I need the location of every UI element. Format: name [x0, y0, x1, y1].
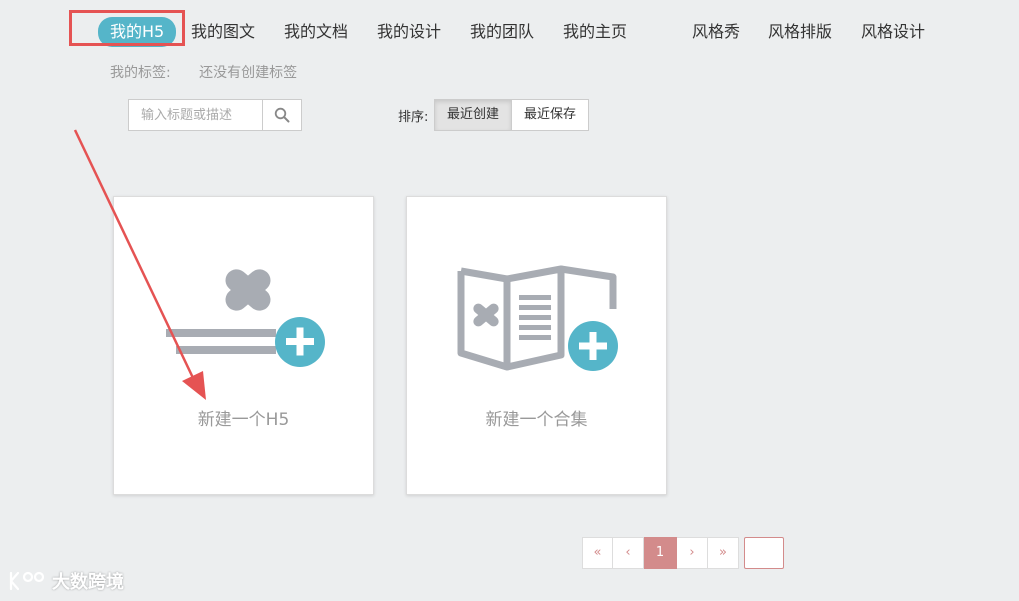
page-jump-input[interactable] [744, 537, 784, 569]
nav-item-my-team[interactable]: 我的团队 [470, 19, 534, 45]
nav-item-style-show[interactable]: 风格秀 [692, 19, 740, 45]
top-nav: 我的H5 我的图文 我的文档 我的设计 我的团队 我的主页 风格秀 风格排版 风… [0, 12, 1019, 52]
pagination: « ‹ 1 › » [582, 537, 739, 569]
tags-empty-text: 还没有创建标签 [199, 65, 298, 81]
last-page-button[interactable]: » [708, 537, 739, 569]
search-box [128, 99, 302, 131]
new-h5-card[interactable]: 新建一个H5 [113, 196, 374, 495]
new-collection-label: 新建一个合集 [485, 410, 588, 430]
prev-page-button[interactable]: ‹ [613, 537, 644, 569]
sort-label: 排序: [398, 110, 429, 125]
watermark: 大数跨境 [8, 567, 124, 595]
search-icon [274, 107, 290, 123]
nav-item-style-layout[interactable]: 风格排版 [768, 19, 832, 45]
tags-row: 我的标签: 还没有创建标签 [110, 62, 297, 82]
sort-recent-created-button[interactable]: 最近创建 [434, 99, 513, 131]
search-input[interactable] [129, 100, 263, 130]
new-h5-icon [166, 269, 325, 367]
new-collection-card[interactable]: 新建一个合集 [406, 196, 667, 495]
tags-label: 我的标签: [110, 65, 171, 81]
current-page-button[interactable]: 1 [644, 537, 677, 569]
search-button[interactable] [262, 100, 301, 130]
sort-options: 最近创建 最近保存 [434, 99, 590, 131]
sort-recent-saved-button[interactable]: 最近保存 [512, 99, 590, 131]
first-page-button[interactable]: « [582, 537, 613, 569]
new-h5-label: 新建一个H5 [197, 410, 290, 430]
watermark-text: 大数跨境 [52, 572, 124, 593]
nav-item-my-designs[interactable]: 我的设计 [377, 19, 441, 45]
nav-item-style-design[interactable]: 风格设计 [861, 19, 925, 45]
nav-item-my-graphics[interactable]: 我的图文 [191, 19, 255, 45]
new-collection-icon [457, 265, 618, 371]
watermark-logo-icon [9, 571, 45, 591]
nav-item-my-h5[interactable]: 我的H5 [98, 17, 177, 47]
next-page-button[interactable]: › [677, 537, 708, 569]
nav-item-my-homepage[interactable]: 我的主页 [563, 19, 627, 45]
nav-item-my-docs[interactable]: 我的文档 [284, 19, 348, 45]
